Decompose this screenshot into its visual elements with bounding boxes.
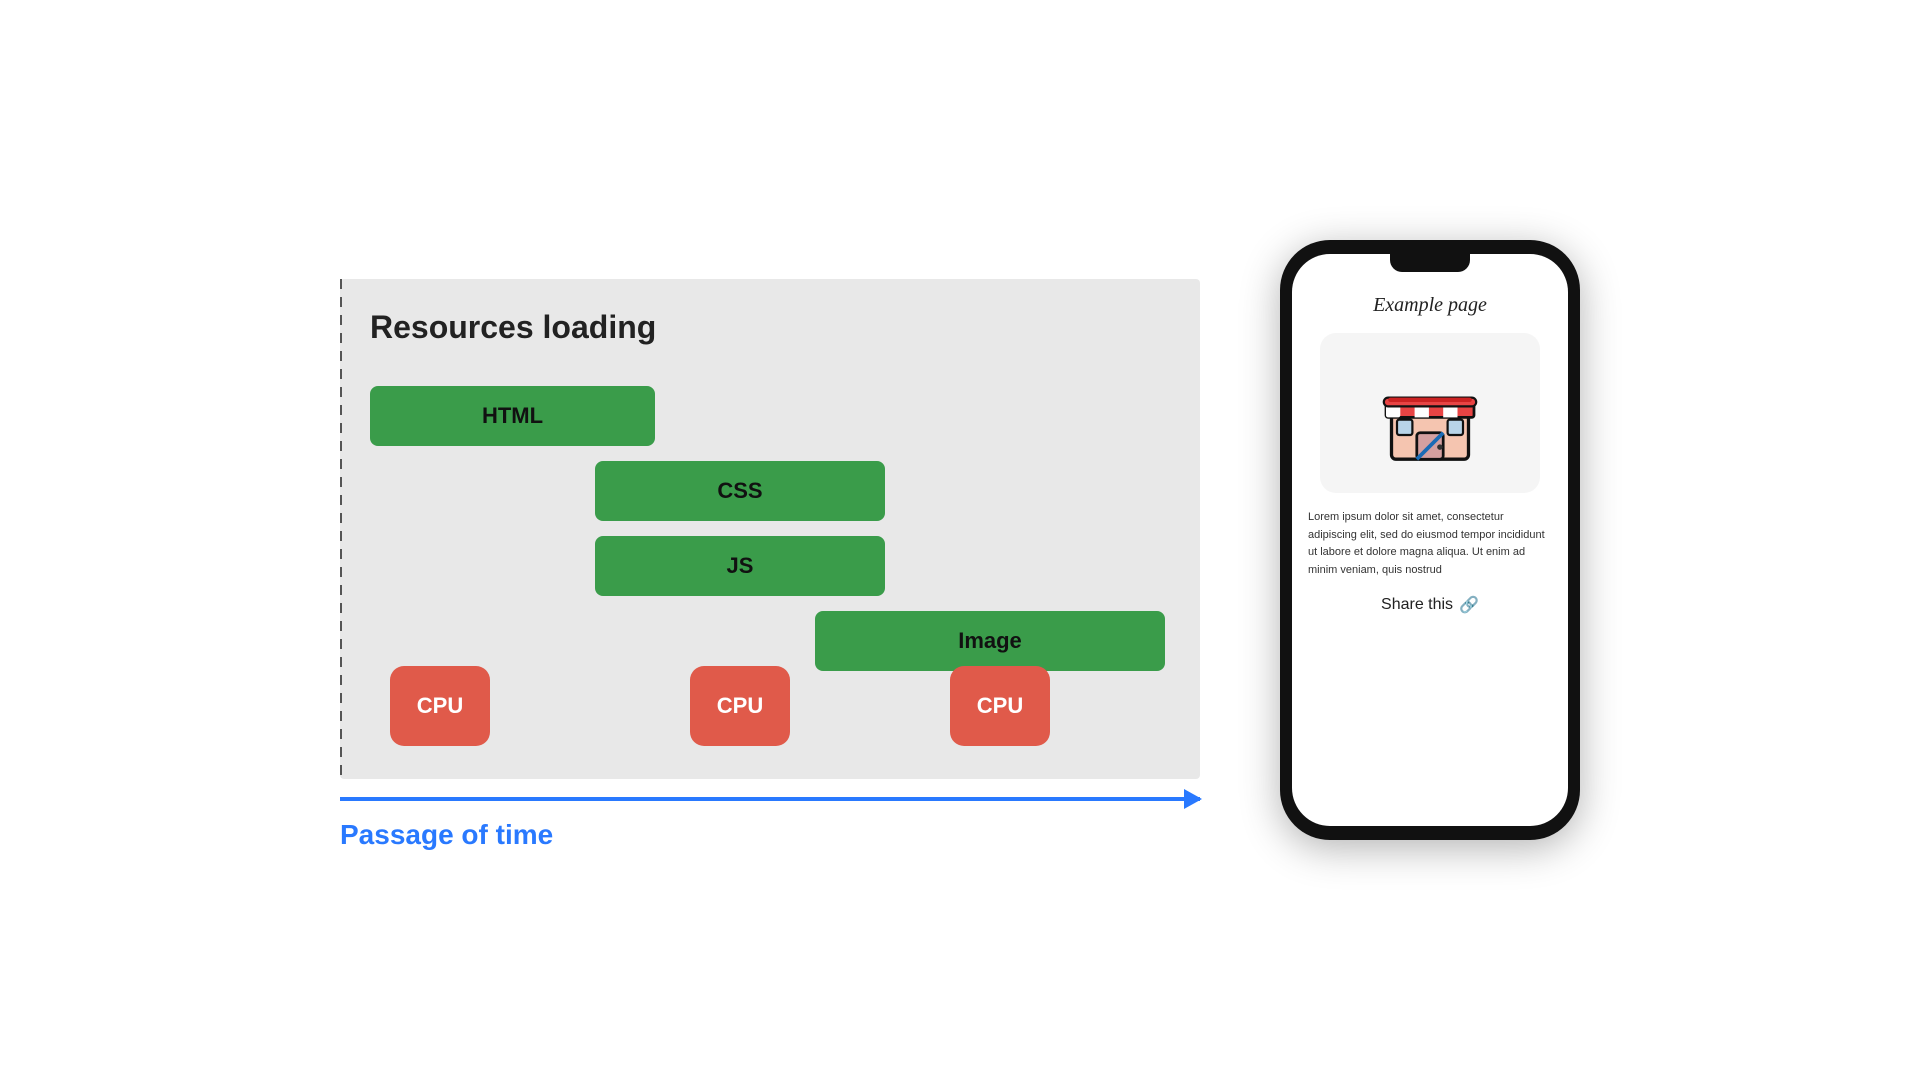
time-wrapper: Passage of time: [340, 779, 1200, 801]
cpu-box-2: CPU: [690, 666, 790, 746]
phone-body-text: Lorem ipsum dolor sit amet, consectetur …: [1308, 509, 1552, 579]
phone-screen: Example page: [1292, 254, 1568, 826]
time-arrow: [340, 797, 1200, 801]
bar-css: CSS: [595, 461, 885, 521]
cpu-box-3: CPU: [950, 666, 1050, 746]
phone-outer: Example page: [1280, 240, 1580, 840]
bar-image: Image: [815, 611, 1165, 671]
phone-image-card: [1320, 333, 1540, 493]
share-label[interactable]: Share this: [1381, 596, 1453, 614]
store-icon: [1375, 358, 1485, 468]
phone-section: Example page: [1280, 240, 1580, 840]
diagram-section: Resources loading HTML CSS JS Image CPU: [340, 279, 1200, 801]
main-container: Resources loading HTML CSS JS Image CPU: [0, 0, 1920, 1080]
cpu-box-1: CPU: [390, 666, 490, 746]
time-label: Passage of time: [340, 819, 553, 851]
phone-notch: [1390, 254, 1470, 272]
phone-title: Example page: [1373, 294, 1487, 317]
time-row: [340, 797, 1200, 801]
resources-area: HTML CSS JS Image CPU CPU: [370, 376, 1170, 746]
link-icon: 🔗: [1459, 595, 1479, 615]
share-row[interactable]: Share this 🔗: [1381, 595, 1479, 615]
diagram-box: Resources loading HTML CSS JS Image CPU: [340, 279, 1200, 779]
dashed-line: [340, 279, 342, 779]
diagram-title: Resources loading: [370, 309, 1170, 346]
bar-js: JS: [595, 536, 885, 596]
bar-html: HTML: [370, 386, 655, 446]
